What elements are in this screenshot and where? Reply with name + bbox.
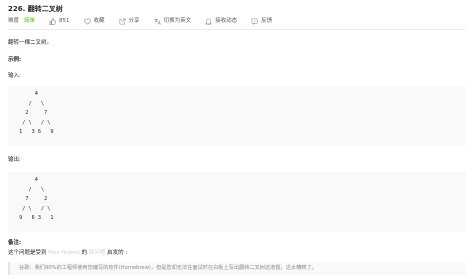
output-tree: 4 / \ 7 2 / \ / \ 9 6 3 1 xyxy=(19,177,54,222)
favorite-button[interactable]: 收藏 xyxy=(83,18,105,25)
follow-button[interactable]: 接收动态 xyxy=(205,18,237,25)
difficulty-badge: 简单 xyxy=(24,18,36,25)
switch-language-label: 切换为英文 xyxy=(163,18,192,25)
translate-icon xyxy=(154,18,161,25)
feedback-label: 反馈 xyxy=(261,18,273,25)
follow-label: 接收动态 xyxy=(215,18,238,25)
feedback-icon xyxy=(251,18,258,25)
switch-language-button[interactable]: 切换为英文 xyxy=(154,18,192,25)
heart-icon xyxy=(83,18,91,25)
note-prefix: 这个问题是受到 xyxy=(8,250,47,256)
problem-meta-bar: 难度 简单 851 收藏 分享 切换为英文 接收动态 反馈 xyxy=(8,17,286,26)
input-label: 输入: xyxy=(8,73,21,79)
bell-icon xyxy=(205,18,213,25)
example-heading: 示例: xyxy=(8,57,22,63)
difficulty: 难度 简单 xyxy=(8,18,35,25)
quote-text: 谷歌：我们90%的工程师使用您编写的软件(Homebrew)，但是您却无法在面试… xyxy=(19,265,317,271)
input-tree: 4 / \ 2 7 / \ / \ 1 3 6 9 xyxy=(19,91,54,136)
problem-page: 226. 翻转二叉树 难度 简单 851 收藏 分享 切换为英文 接收动态 反馈… xyxy=(0,0,474,279)
note-suffix: 启发的 : xyxy=(107,250,128,256)
feedback-button[interactable]: 反馈 xyxy=(251,18,272,25)
header-divider xyxy=(8,29,466,30)
share-button[interactable]: 分享 xyxy=(119,18,140,25)
problem-title: 226. 翻转二叉树 xyxy=(8,5,63,13)
problem-description: 翻转一棵二叉树。 xyxy=(8,40,53,46)
share-label: 分享 xyxy=(128,18,140,25)
quote-block: 谷歌：我们90%的工程师使用您编写的软件(Homebrew)，但是您却无法在面试… xyxy=(8,262,466,275)
output-code-block: 4 / \ 7 2 / \ / \ 9 6 3 1 xyxy=(8,172,466,232)
note-line: 这个问题是受到 Max Howell 的 原问题 启发的 : xyxy=(8,250,127,257)
input-code-block: 4 / \ 2 7 / \ / \ 1 3 6 9 xyxy=(8,86,466,146)
share-icon xyxy=(119,18,126,25)
like-button[interactable]: 851 xyxy=(49,18,70,25)
difficulty-label: 难度 xyxy=(8,18,20,25)
note-author-link[interactable]: Max Howell xyxy=(48,250,80,256)
like-count: 851 xyxy=(59,18,70,25)
note-middle: 的 xyxy=(81,250,88,256)
original-problem-link[interactable]: 原问题 xyxy=(89,250,106,256)
thumbs-up-icon xyxy=(49,18,57,25)
favorite-label: 收藏 xyxy=(93,18,105,25)
note-heading: 备注: xyxy=(8,240,22,246)
output-label: 输出: xyxy=(8,157,21,163)
